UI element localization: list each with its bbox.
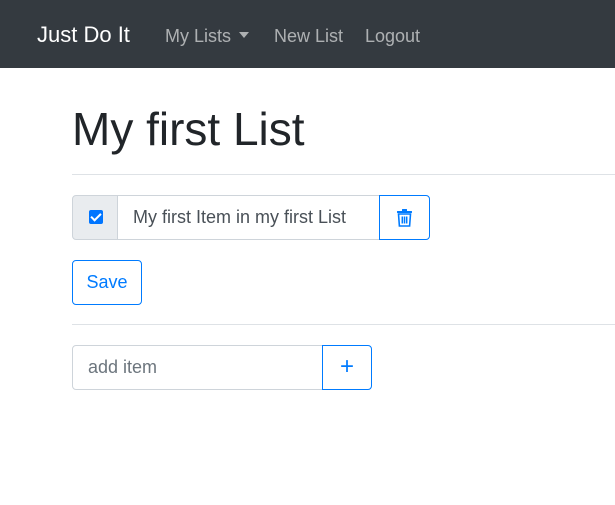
item-text-field[interactable]: My first Item in my first List xyxy=(117,195,380,240)
add-item-button[interactable]: + xyxy=(322,345,372,390)
add-item-input[interactable] xyxy=(72,345,323,390)
nav-new-list[interactable]: New List xyxy=(274,25,343,47)
delete-item-button[interactable] xyxy=(379,195,430,240)
item-checkbox-wrapper xyxy=(72,195,118,240)
divider xyxy=(72,324,615,325)
page-title: My first List xyxy=(72,103,305,155)
nav-logout[interactable]: Logout xyxy=(365,25,420,47)
nav-my-lists-dropdown[interactable]: My Lists xyxy=(165,25,250,47)
brand-link[interactable]: Just Do It xyxy=(37,22,130,48)
navbar: Just Do It My Lists New List Logout xyxy=(0,0,615,68)
caret-down-icon xyxy=(239,32,250,39)
divider xyxy=(72,174,615,175)
save-button[interactable]: Save xyxy=(72,260,142,305)
trash-icon xyxy=(397,209,412,227)
item-checkbox[interactable] xyxy=(89,210,103,224)
nav-my-lists-label: My Lists xyxy=(165,26,232,46)
